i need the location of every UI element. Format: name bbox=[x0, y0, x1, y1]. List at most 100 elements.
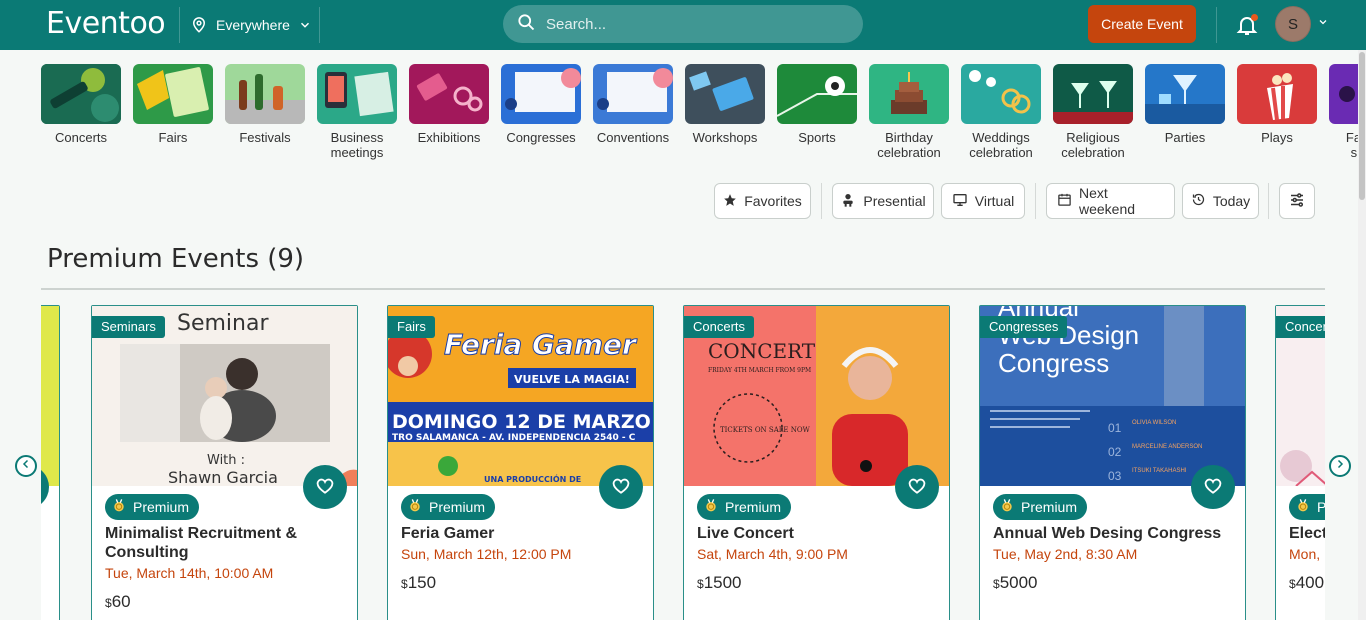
premium-label: Premium bbox=[1021, 499, 1078, 515]
event-title[interactable]: Feria Gamer bbox=[401, 524, 641, 543]
category-festivals[interactable]: Festivals bbox=[225, 64, 305, 145]
category-weddings-celebration[interactable]: Weddings celebration bbox=[961, 64, 1041, 160]
poster-stamp: TICKETS ON SALE NOW bbox=[720, 426, 811, 434]
event-card[interactable]: Feria Gamer VUELVE LA MAGIA! DOMINGO 12 … bbox=[387, 305, 654, 620]
favorite-button[interactable] bbox=[599, 465, 643, 509]
bell-icon bbox=[1235, 17, 1259, 41]
category-plays[interactable]: Plays bbox=[1237, 64, 1317, 145]
favorites-filter[interactable]: Favorites bbox=[714, 183, 811, 219]
favorite-button[interactable] bbox=[303, 465, 347, 509]
category-label: Fairs bbox=[158, 130, 188, 145]
today-label: Today bbox=[1212, 193, 1251, 209]
category-parties[interactable]: Parties bbox=[1145, 64, 1225, 145]
category-label: Religious celebration bbox=[1061, 130, 1125, 160]
category-business-meetings[interactable]: Business meetings bbox=[317, 64, 397, 160]
carousel-next-button[interactable] bbox=[1329, 455, 1351, 477]
premium-label: Premium bbox=[133, 499, 190, 515]
avatar[interactable]: S bbox=[1275, 6, 1311, 42]
user-menu[interactable]: S bbox=[1275, 6, 1329, 42]
eventoo-logo[interactable]: Eventoo bbox=[46, 6, 166, 41]
category-congresses[interactable]: Congresses bbox=[501, 64, 581, 145]
category-label: Conventions bbox=[596, 130, 670, 145]
concerts-thumbnail bbox=[41, 64, 121, 124]
location-selector[interactable]: Everywhere bbox=[190, 13, 312, 37]
heart-icon bbox=[315, 476, 335, 499]
festivals-thumbnail bbox=[225, 64, 305, 124]
chevron-left-icon bbox=[20, 457, 32, 475]
event-card[interactable]: Concerts Premium Electronic Music Festiv… bbox=[1275, 305, 1325, 620]
event-title[interactable]: Annual Web Desing Congress bbox=[993, 524, 1233, 543]
price-value: 400 bbox=[1295, 573, 1325, 592]
scrollbar-thumb[interactable] bbox=[1359, 52, 1365, 200]
category-tag: Congresses bbox=[980, 316, 1068, 338]
today-filter[interactable]: Today bbox=[1182, 183, 1259, 219]
event-card[interactable]: CONCERT FRIDAY 4TH MARCH FROM 9PM TICKET… bbox=[683, 305, 950, 620]
category-tag: Concerts bbox=[684, 316, 755, 338]
header-divider bbox=[319, 7, 320, 43]
poster-n1: 01 bbox=[1108, 421, 1122, 435]
advanced-filters-button[interactable] bbox=[1279, 183, 1315, 219]
filter-divider bbox=[821, 183, 822, 219]
header-divider bbox=[179, 7, 180, 43]
event-card[interactable]: Annual Web Design Congress 01 02 03 OLIV… bbox=[979, 305, 1246, 620]
notification-dot bbox=[1251, 14, 1258, 21]
workshops-thumbnail bbox=[685, 64, 765, 124]
create-event-button[interactable]: Create Event bbox=[1088, 5, 1196, 43]
category-workshops[interactable]: Workshops bbox=[685, 64, 765, 145]
event-card[interactable]: Seminar With : Shawn Garcia Seminars Pre… bbox=[91, 305, 358, 620]
search-bar[interactable] bbox=[503, 5, 863, 43]
section-divider bbox=[41, 288, 1325, 290]
category-conventions[interactable]: Conventions bbox=[593, 64, 673, 145]
presential-filter[interactable]: Presential bbox=[832, 183, 934, 219]
poster-n2: 02 bbox=[1108, 445, 1122, 459]
category-concerts[interactable]: Concerts bbox=[41, 64, 121, 145]
category-fashion-shows[interactable]: Fashion shows bbox=[1329, 64, 1358, 160]
business-meetings-thumbnail bbox=[317, 64, 397, 124]
category-label: Sports bbox=[798, 130, 836, 145]
category-tag: Concerts bbox=[1276, 316, 1325, 338]
poster-heading: Feria Gamer bbox=[444, 328, 638, 361]
favorite-button[interactable] bbox=[895, 465, 939, 509]
virtual-filter[interactable]: Virtual bbox=[941, 183, 1025, 219]
chevron-down-icon bbox=[298, 18, 312, 32]
event-title[interactable]: Minimalist Recruitment & Consulting bbox=[105, 524, 345, 562]
sports-thumbnail bbox=[777, 64, 857, 124]
medal-icon bbox=[703, 498, 719, 517]
heart-icon bbox=[907, 476, 927, 499]
virtual-label: Virtual bbox=[974, 193, 1015, 209]
event-image bbox=[41, 306, 59, 486]
currency-symbol: $ bbox=[105, 596, 112, 610]
history-icon bbox=[1191, 192, 1206, 210]
carousel-prev-button[interactable] bbox=[15, 455, 37, 477]
premium-label: Premium bbox=[1317, 499, 1325, 515]
currency-symbol: $ bbox=[993, 577, 1000, 591]
fashion-thumbnail bbox=[1329, 64, 1358, 124]
poster-line2: DOMINGO 12 DE MARZO bbox=[392, 411, 651, 433]
category-strip: Concerts Fairs Festivals Business meetin… bbox=[0, 64, 1358, 164]
category-birthday-celebration[interactable]: Birthday celebration bbox=[869, 64, 949, 160]
premium-badge: Premium bbox=[401, 494, 496, 520]
page-scrollbar[interactable] bbox=[1358, 50, 1366, 620]
poster-sub: FRIDAY 4TH MARCH FROM 9PM bbox=[708, 367, 811, 374]
filter-divider bbox=[1268, 183, 1269, 219]
event-title[interactable]: Live Concert bbox=[697, 524, 937, 543]
search-input[interactable] bbox=[546, 15, 836, 33]
poster-line3: TRO SALAMANCA - AV. INDEPENDENCIA 2540 -… bbox=[392, 433, 636, 443]
notifications-button[interactable] bbox=[1235, 13, 1259, 37]
top-navigation-bar: Eventoo Everywhere Create Event S bbox=[0, 0, 1366, 50]
category-fairs[interactable]: Fairs bbox=[133, 64, 213, 145]
next-weekend-filter[interactable]: Next weekend bbox=[1046, 183, 1175, 219]
favorite-button[interactable] bbox=[1191, 465, 1235, 509]
currency-symbol: $ bbox=[401, 577, 408, 591]
category-sports[interactable]: Sports bbox=[777, 64, 857, 145]
event-title[interactable]: Electronic Music Festival bbox=[1289, 524, 1325, 543]
chevron-down-icon bbox=[1317, 15, 1329, 33]
event-card-partial[interactable] bbox=[41, 305, 60, 620]
price-value: 60 bbox=[111, 592, 131, 611]
monitor-icon bbox=[952, 192, 968, 211]
category-religious-celebration[interactable]: Religious celebration bbox=[1053, 64, 1133, 160]
premium-badge: Premium bbox=[993, 494, 1088, 520]
presential-label: Presential bbox=[863, 193, 926, 209]
medal-icon bbox=[999, 498, 1015, 517]
category-exhibitions[interactable]: Exhibitions bbox=[409, 64, 489, 145]
